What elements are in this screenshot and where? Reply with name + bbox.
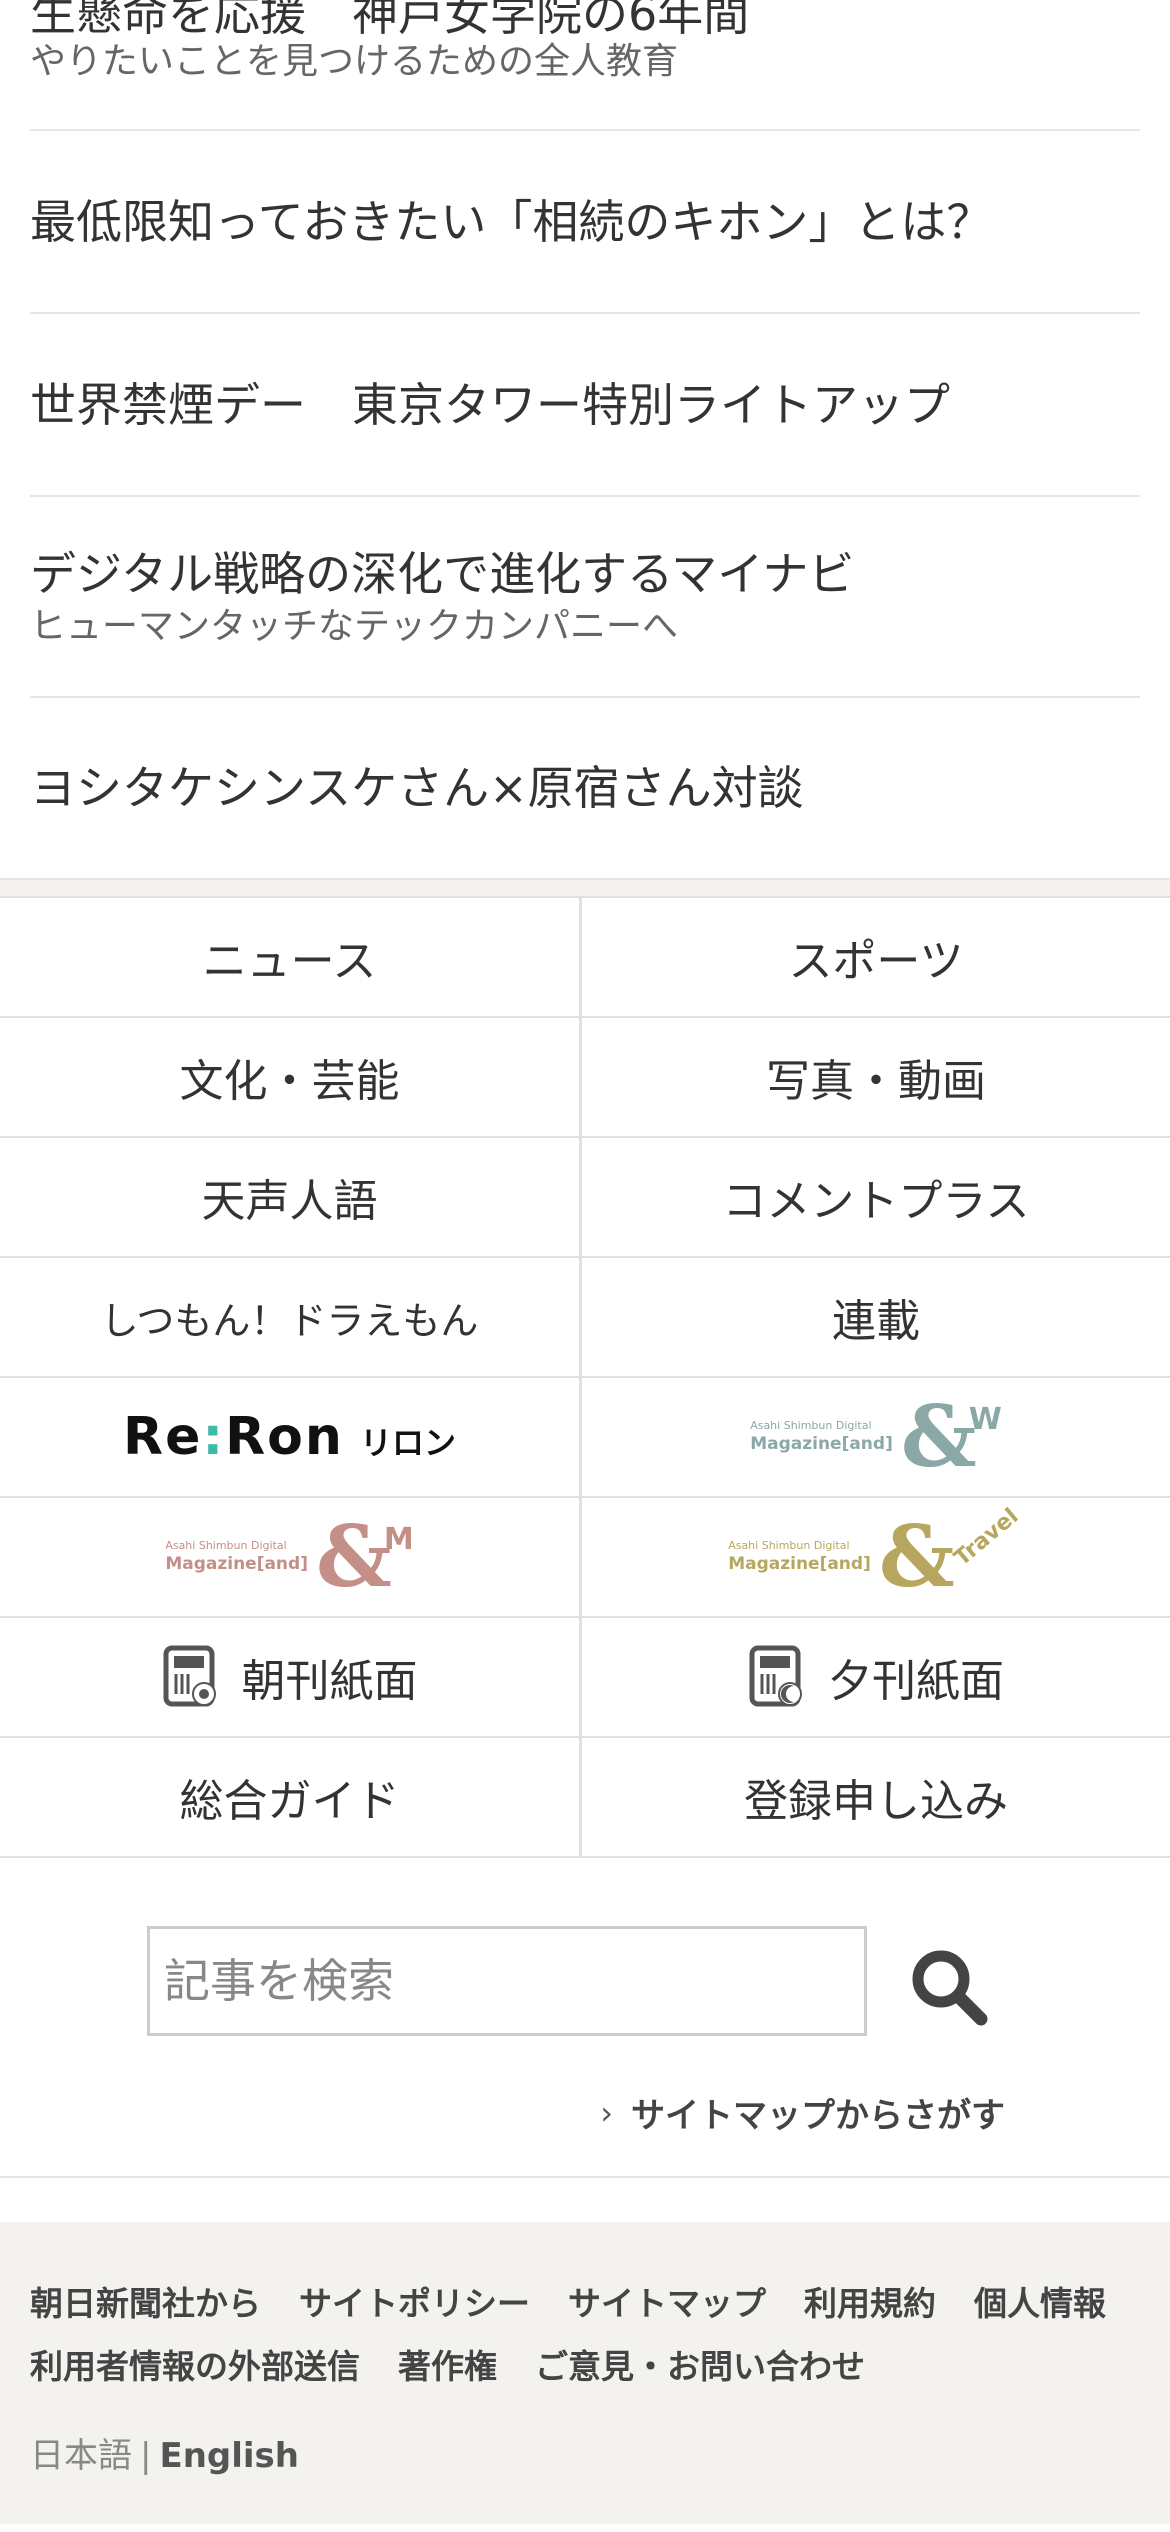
chevron-right-icon: › — [600, 2093, 613, 2132]
and-travel-logo-mark: & — [878, 1507, 955, 1606]
article-item[interactable]: 世界禁煙デー 東京タワー特別ライトアップ — [30, 314, 1140, 497]
lang-japanese[interactable]: 日本語 — [30, 2436, 132, 2476]
morning-paper-icon — [162, 1644, 220, 1710]
and-travel-logo-line1: Asahi Shimbun Digital — [728, 1539, 850, 1552]
nav-photo-video-label: 写真・動画 — [766, 1056, 986, 1107]
and-w-logo-line1: Asahi Shimbun Digital — [750, 1419, 872, 1432]
nav-sports[interactable]: スポーツ — [582, 898, 1170, 1018]
footer-link-contact[interactable]: ご意見・お問い合わせ — [535, 2335, 865, 2398]
section-divider — [0, 878, 1170, 896]
and-w-logo: Asahi Shimbun Digital Magazine[and] & W — [750, 1395, 1002, 1479]
nav-guide-label: 総合ガイド — [179, 1776, 400, 1827]
search-input[interactable] — [147, 1926, 867, 2036]
article-item[interactable]: デジタル戦略の深化で進化するマイナビ ヒューマンタッチなテックカンパニーへ — [30, 497, 1140, 698]
and-m-logo-line1: Asahi Shimbun Digital — [165, 1539, 287, 1552]
article-item[interactable]: 最低限知っておきたい「相続のキホン」とは？ — [30, 131, 1140, 314]
spacer — [0, 2178, 1170, 2222]
lang-english[interactable]: English — [159, 2436, 299, 2476]
nav-morning-paper-label: 朝刊紙面 — [241, 1656, 418, 1707]
and-w-logo-line2: Magazine[and] — [750, 1434, 893, 1454]
footer-link-company[interactable]: 朝日新聞社から — [30, 2272, 261, 2335]
nav-guide[interactable]: 総合ガイド — [0, 1738, 582, 1858]
reron-logo-kana: リロン — [359, 1424, 456, 1462]
footer: 朝日新聞社から サイトポリシー サイトマップ 利用規約 個人情報 利用者情報の外… — [0, 2222, 1170, 2524]
nav-doraemon[interactable]: しつもん！ドラえもん — [0, 1258, 582, 1378]
and-w-logo-mark: & — [900, 1387, 977, 1486]
footer-link-privacy[interactable]: 個人情報 — [974, 2272, 1106, 2335]
article-item[interactable]: ヨシタケシンスケさん×原宿さん対談 — [30, 698, 1140, 878]
nav-evening-paper[interactable]: 夕刊紙面 — [582, 1618, 1170, 1738]
and-m-logo: Asahi Shimbun Digital Magazine[and] & M — [165, 1515, 413, 1599]
search-button[interactable] — [905, 1943, 995, 2033]
evening-paper-icon — [748, 1644, 806, 1710]
nav-evening-paper-label: 夕刊紙面 — [828, 1656, 1004, 1707]
and-travel-logo-suffix: Travel — [949, 1503, 1024, 1571]
search-section: › サイトマップからさがす — [0, 1858, 1170, 2178]
nav-comment-plus-label: コメントプラス — [722, 1176, 1030, 1227]
and-travel-logo-line2: Magazine[and] — [728, 1554, 871, 1574]
nav-culture-label: 文化・芸能 — [179, 1056, 400, 1107]
reron-logo-brand: Re:Ron — [123, 1407, 344, 1467]
lang-separator: | — [140, 2436, 152, 2476]
nav-news[interactable]: ニュース — [0, 898, 582, 1018]
footer-link-terms[interactable]: 利用規約 — [804, 2272, 936, 2335]
and-m-logo-mark: & — [315, 1507, 392, 1606]
nav-reron[interactable]: Re:Ron リロン — [0, 1378, 582, 1498]
sitemap-search-label: サイトマップからさがす — [631, 2096, 1005, 2136]
reron-logo: Re:Ron リロン — [123, 1407, 456, 1467]
article-title[interactable]: ヨシタケシンスケさん×原宿さん対談 — [30, 758, 1140, 818]
category-nav-grid: ニュース スポーツ 文化・芸能 写真・動画 天声人語 コメントプラス しつもん！… — [0, 896, 1170, 1858]
footer-links: 朝日新聞社から サイトポリシー サイトマップ 利用規約 個人情報 利用者情報の外… — [30, 2272, 1140, 2398]
search-icon — [912, 1950, 988, 2026]
nav-and-w[interactable]: Asahi Shimbun Digital Magazine[and] & W — [582, 1378, 1170, 1498]
language-switcher: 日本語 | English — [30, 2428, 1140, 2477]
nav-serial-label: 連載 — [832, 1296, 920, 1347]
footer-link-sitemap[interactable]: サイトマップ — [568, 2272, 766, 2335]
nav-and-m[interactable]: Asahi Shimbun Digital Magazine[and] & M — [0, 1498, 582, 1618]
article-title[interactable]: 生懸命を応援 神戸女学院の6年間 — [30, 0, 1140, 39]
and-travel-logo: Asahi Shimbun Digital Magazine[and] & Tr… — [728, 1503, 1024, 1606]
nav-sports-label: スポーツ — [788, 936, 964, 987]
nav-and-travel[interactable]: Asahi Shimbun Digital Magazine[and] & Tr… — [582, 1498, 1170, 1618]
nav-news-label: ニュース — [202, 936, 377, 987]
footer-link-copyright[interactable]: 著作権 — [398, 2335, 497, 2398]
nav-morning-paper[interactable]: 朝刊紙面 — [0, 1618, 582, 1738]
footer-link-external-transmission[interactable]: 利用者情報の外部送信 — [30, 2335, 360, 2398]
nav-serial[interactable]: 連載 — [582, 1258, 1170, 1378]
nav-doraemon-label: しつもん！ドラえもん — [100, 1298, 479, 1343]
nav-culture[interactable]: 文化・芸能 — [0, 1018, 582, 1138]
nav-tensei-jingo-label: 天声人語 — [201, 1176, 378, 1227]
article-item[interactable]: 生懸命を応援 神戸女学院の6年間 やりたいことを見つけるための全人教育 — [30, 0, 1140, 131]
article-title[interactable]: デジタル戦略の深化で進化するマイナビ — [30, 544, 1140, 604]
nav-photo-video[interactable]: 写真・動画 — [582, 1018, 1170, 1138]
article-title[interactable]: 最低限知っておきたい「相続のキホン」とは？ — [30, 192, 1140, 252]
and-w-logo-suffix: W — [968, 1401, 1002, 1437]
nav-register[interactable]: 登録申し込み — [582, 1738, 1170, 1858]
footer-link-site-policy[interactable]: サイトポリシー — [299, 2272, 530, 2335]
and-m-logo-suffix: M — [383, 1521, 414, 1557]
article-subtitle[interactable]: やりたいことを見つけるための全人教育 — [30, 39, 1140, 85]
article-subtitle[interactable]: ヒューマンタッチなテックカンパニーへ — [30, 604, 1140, 650]
article-title[interactable]: 世界禁煙デー 東京タワー特別ライトアップ — [30, 375, 1140, 435]
sitemap-search-link[interactable]: › サイトマップからさがす — [600, 2088, 1005, 2137]
nav-register-label: 登録申し込み — [744, 1776, 1008, 1827]
nav-tensei-jingo[interactable]: 天声人語 — [0, 1138, 582, 1258]
and-m-logo-line2: Magazine[and] — [165, 1554, 308, 1574]
nav-comment-plus[interactable]: コメントプラス — [582, 1138, 1170, 1258]
article-list: 生懸命を応援 神戸女学院の6年間 やりたいことを見つけるための全人教育 最低限知… — [0, 0, 1170, 878]
